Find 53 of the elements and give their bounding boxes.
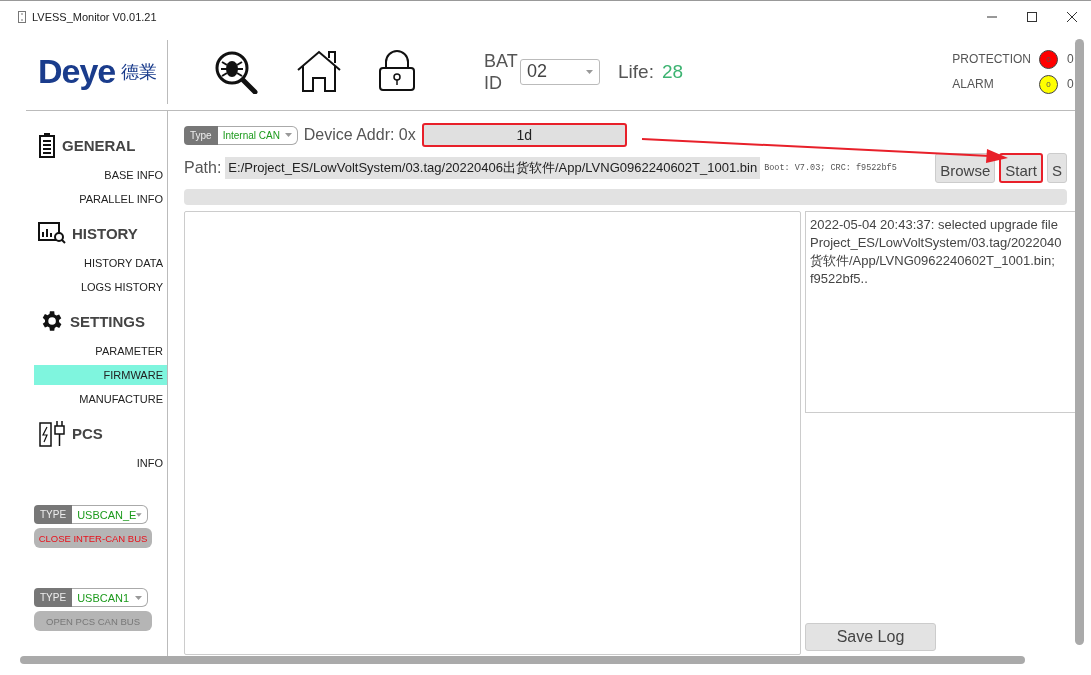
close-icon[interactable] [1066,11,1078,23]
window-title: LVESS_Monitor V0.01.21 [32,11,158,23]
caret-icon[interactable] [586,69,593,74]
device-addr-field[interactable]: 1d [421,123,627,147]
status-dot: 0 [1039,74,1058,94]
battery-icon [38,132,56,158]
battery-plug-icon [38,418,66,448]
type-tag: TYPE [34,505,73,524]
type-dropdown[interactable]: USBCAN_E [72,505,149,524]
home-icon[interactable] [296,49,342,92]
sidebar-item[interactable]: LOGS HISTORY [34,277,167,297]
life-label: Life: [618,60,654,83]
firmware-info: Boot: V7.03; CRC: f9522bf5 [764,163,897,173]
section-title: HISTORY [72,224,138,242]
indicator-label: PROTECTION [952,52,1031,66]
status-dot: 0 [1039,49,1058,69]
type-tag: TYPE [34,588,73,607]
bat-id-label: BAT ID [484,49,519,94]
action-button[interactable]: Start [999,153,1043,183]
sidebar-item[interactable]: PARALLEL INFO [34,189,167,209]
vertical-scrollbar[interactable] [1075,39,1084,645]
indicator-value: 0 [1067,77,1075,91]
app-icon [18,11,26,23]
horizontal-scrollbar[interactable] [20,656,1025,664]
sidebar-item[interactable]: INFO [34,453,167,473]
section-title: PCS [72,424,103,442]
caret-icon[interactable] [136,512,143,517]
type-dropdown[interactable]: Internal CAN [217,125,298,145]
bat-id-dropdown[interactable]: 02 [520,58,600,85]
path-label: Path: [184,159,222,177]
sidebar-item[interactable]: MANUFACTURE [34,389,167,409]
path-field[interactable]: E:/Project_ES/LowVoltSystem/03.tag/20220406出货软件/App/LVNG0962240602T_1001.bin [225,157,761,179]
section-title: GENERAL [62,136,136,154]
caret-icon[interactable] [135,595,143,600]
bug-search-icon[interactable] [214,49,260,94]
type-dropdown[interactable]: USBCAN1 [72,588,149,607]
device-addr-label: Device Addr: 0x [303,126,416,144]
sidebar-item[interactable]: BASE INFO [34,165,167,185]
chart-search-icon [38,222,66,244]
indicator-label: ALARM [952,77,995,91]
caret-icon[interactable] [284,133,292,137]
sidebar-item[interactable]: PARAMETER [34,341,167,361]
lock-icon[interactable] [378,49,416,92]
indicator-value: 0 [1067,52,1075,66]
type-tag: Type [184,125,218,145]
action-button[interactable]: Browse [935,153,996,183]
action-button[interactable]: S [1047,153,1067,183]
save-log-button[interactable]: Save Log [805,623,936,651]
sidebar-item[interactable]: HISTORY DATA [34,253,167,273]
section-title: SETTINGS [70,312,145,330]
sidebar-item[interactable]: FIRMWARE [34,365,167,385]
maximize-icon[interactable] [1026,11,1038,23]
life-value: 28 [661,60,684,83]
